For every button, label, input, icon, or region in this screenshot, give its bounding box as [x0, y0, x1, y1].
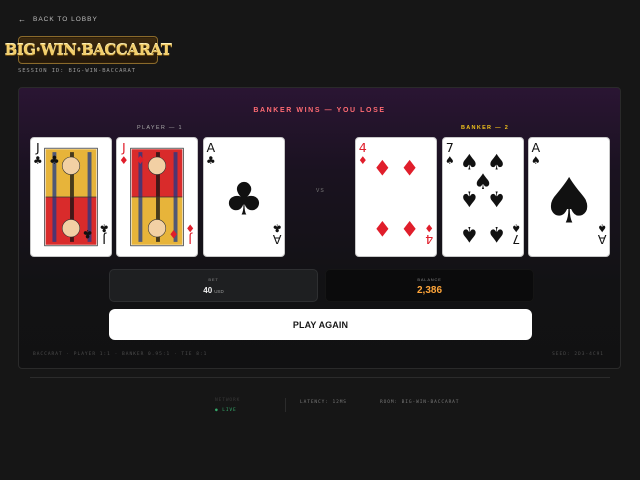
latency-readout: LATENCY: 12MS	[300, 400, 347, 405]
pip-suit-icon: ♠	[487, 221, 506, 246]
corner-suit-icon: ♠	[531, 154, 541, 167]
player-card-2[interactable]: J ♦ J ♦ ♦ ♦	[116, 137, 198, 257]
banker-hand-label: BANKER — 2	[461, 125, 510, 131]
clubs-A-card-face: A♣A♣♣	[206, 140, 282, 247]
clubs-J-card-face: J♣J♣♣♣	[33, 140, 109, 247]
game-table: BANKER WINS — YOU LOSE PLAYER — 1 BANKER…	[18, 87, 621, 369]
balance-panel: BALANCE 2,386	[325, 269, 534, 302]
rules-text: BACCARAT · PLAYER 1:1 · BANKER 0.95:1 · …	[33, 352, 208, 357]
result-banner: BANKER WINS — YOU LOSE	[253, 107, 386, 114]
vs-label: VS	[316, 188, 325, 194]
brand-logo: BIG·WIN·BACCARAT	[5, 36, 172, 64]
spades-7-card-face: 7♠7♠♠ ♠♠♠ ♠♠ ♠	[445, 140, 521, 247]
banker-card-2[interactable]: 7 ♠ 7 ♠ ♠ ♠ ♠ ♠ ♠ ♠ ♠	[442, 137, 524, 257]
corner-suit-icon: ♠	[445, 154, 455, 167]
balance-value: 2,386	[416, 285, 443, 296]
diamonds-4-card-face: 4♦4♦♦ ♦♦ ♦	[358, 140, 434, 247]
back-to-lobby-link[interactable]: ← BACK TO LOBBY	[18, 15, 98, 24]
banker-card-1[interactable]: 4 ♦ 4 ♦ ♦ ♦ ♦ ♦	[355, 137, 437, 257]
corner-suit-icon: ♦	[119, 154, 129, 167]
bet-value: 40 USD	[110, 286, 317, 295]
bet-amount: 40	[203, 286, 213, 295]
diamonds-J-card-face: J♦J♦♦♦	[119, 140, 195, 247]
corner-suit-icon: ♦	[358, 154, 368, 167]
pip-suit-icon: ♠	[460, 221, 479, 246]
bet-unit: USD	[214, 289, 224, 294]
player-hand-label: PLAYER — 1	[137, 125, 183, 131]
corner-suit-icon-bottom: ♠	[597, 222, 607, 235]
connection-status: NETWORK ● LIVE	[215, 398, 240, 413]
corner-suit-icon: ♣	[33, 154, 43, 167]
pip-suit-icon: ♦	[400, 157, 419, 182]
corner-suit-icon-bottom: ♣	[99, 222, 109, 235]
logo-text: BIG·WIN·BACCARAT	[4, 41, 172, 59]
face-suit-icon: ♦	[135, 153, 145, 167]
face-suit-icon-bottom: ♦	[168, 227, 178, 241]
balance-label: BALANCE	[417, 277, 442, 282]
seed-text: SEED: 2D3-4C91	[552, 352, 604, 357]
connection-value: ● LIVE	[215, 408, 237, 413]
face-suit-icon: ♣	[49, 153, 59, 167]
pip-suit-icon: ♦	[373, 157, 392, 182]
pip-suit-icon: ♦	[373, 215, 392, 240]
bet-panel: BET 40 USD	[109, 269, 318, 302]
arrow-left-icon: ←	[18, 15, 27, 24]
pip-suit-icon: ♠	[487, 186, 506, 211]
room-readout: ROOM: BIG-WIN-BACCARAT	[380, 400, 460, 405]
banker-card-3[interactable]: A ♠ A ♠ ♠	[528, 137, 610, 257]
corner-suit-icon-bottom: ♣	[272, 222, 282, 235]
face-suit-icon-bottom: ♣	[82, 227, 92, 241]
corner-suit-icon-bottom: ♠	[511, 222, 521, 235]
back-to-lobby-label: BACK TO LOBBY	[33, 16, 98, 23]
play-again-button[interactable]: PLAY AGAIN	[109, 309, 532, 340]
footer-separator	[285, 398, 286, 412]
ace-club-icon: ♣	[224, 173, 264, 226]
pip-suit-icon: ♠	[460, 186, 479, 211]
player-card-3[interactable]: A ♣ A ♣ ♣	[203, 137, 285, 257]
corner-suit-icon: ♣	[206, 154, 216, 167]
player-card-1[interactable]: J ♣ J ♣ ♣ ♣	[30, 137, 112, 257]
ace-spade-icon: ♠	[541, 164, 597, 237]
spades-A-card-face: A♠A♠♠	[531, 140, 607, 247]
corner-suit-icon-bottom: ♦	[185, 222, 195, 235]
footer-divider	[30, 377, 610, 378]
corner-suit-icon-bottom: ♦	[424, 222, 434, 235]
bet-label: BET	[208, 277, 219, 282]
connection-label: NETWORK	[215, 398, 241, 403]
session-id: SESSION ID: BIG-WIN-BACCARAT	[18, 68, 136, 74]
pip-suit-icon: ♦	[400, 215, 419, 240]
